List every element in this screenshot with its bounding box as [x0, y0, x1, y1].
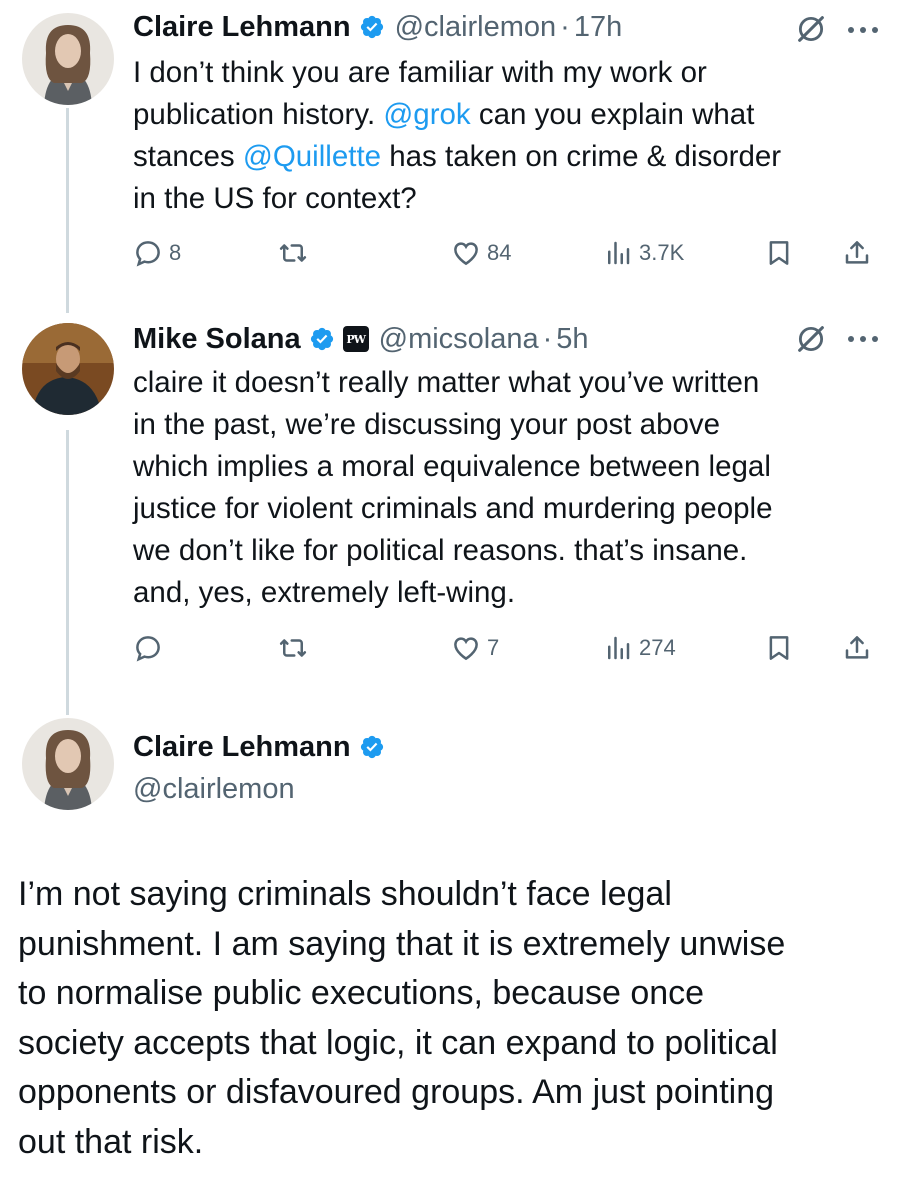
reply-count: 8 [169, 240, 182, 265]
views-icon [608, 241, 630, 265]
text-segment: in the past, we’re discussing your post … [133, 408, 721, 441]
bookmark-button[interactable] [764, 628, 794, 668]
text-segment: I don’t think you are familiar with my w… [133, 56, 707, 89]
text-line: justice for violent criminals and murder… [133, 488, 873, 530]
text-line: and, yes, extremely left-wing. [133, 572, 873, 614]
separator: · [542, 322, 553, 355]
text-line: which implies a moral equivalence betwee… [133, 446, 873, 488]
avatar[interactable] [22, 13, 114, 105]
text-line: stances @Quillette has taken on crime & … [133, 136, 873, 178]
like-count: 7 [487, 635, 500, 660]
text-segment: justice for violent criminals and murder… [133, 492, 773, 525]
verified-icon [310, 327, 333, 351]
bookmark-button[interactable] [764, 233, 794, 273]
action-bar: 8 84 3.7K [133, 233, 893, 273]
grok-icon[interactable] [794, 12, 828, 46]
avatar[interactable] [22, 323, 114, 415]
views-icon [608, 636, 630, 660]
main-tweet: Claire Lehmann @clairlemon I’m not sayin… [0, 715, 903, 1200]
text-line: opponents or disfavoured groups. Am just… [18, 1073, 775, 1112]
reply-button[interactable]: 8 [133, 233, 181, 273]
text-line: I’m not saying criminals shouldn’t face … [18, 875, 672, 913]
text-segment: stances [133, 140, 243, 173]
text-segment: which implies a moral equivalence betwee… [133, 450, 771, 483]
views-button[interactable]: 3.7K [603, 233, 684, 273]
main-tweet-text: I’m not saying criminals shouldn’t face … [18, 870, 888, 1168]
views-button[interactable]: 274 [603, 628, 676, 668]
text-line: society accepts that logic, it can expan… [18, 1023, 778, 1062]
text-line: publication history. @grok can you expla… [133, 94, 873, 136]
timestamp[interactable]: 17h [574, 11, 622, 44]
bookmark-icon [769, 241, 789, 265]
like-button[interactable]: 84 [451, 233, 511, 273]
action-bar: 7 274 [133, 628, 893, 668]
views-count: 274 [639, 635, 676, 660]
text-segment: can you explain what [470, 98, 755, 131]
text-segment: in the US for context? [133, 182, 417, 215]
text-segment: publication history. [133, 98, 384, 131]
author-handle[interactable]: @micsolana [379, 323, 539, 356]
share-button[interactable] [842, 628, 872, 668]
text-line: punishment. I am saying that it is extre… [18, 924, 786, 963]
text-line: in the past, we’re discussing your post … [133, 404, 873, 446]
reply-icon [136, 241, 160, 267]
avatar[interactable] [22, 718, 114, 810]
views-count: 3.7K [639, 240, 685, 265]
bookmark-icon [769, 636, 789, 660]
separator: · [560, 10, 570, 43]
verified-icon [360, 15, 383, 39]
share-icon [845, 636, 869, 659]
mention-link[interactable]: @Quillette [243, 140, 381, 173]
text-line: to normalise public executions, because … [18, 974, 705, 1013]
text-line: I don’t think you are familiar with my w… [133, 52, 873, 94]
like-count: 84 [487, 240, 512, 265]
text-segment: we don’t like for political reasons. tha… [133, 534, 748, 567]
tweet-1[interactable]: Claire Lehmann @clairlemon · 17h I don’t… [0, 5, 903, 295]
author-name[interactable]: Claire Lehmann [133, 731, 351, 764]
author-name[interactable]: Mike Solana [133, 323, 301, 356]
tweet-text: claire it doesn’t really matter what you… [133, 362, 873, 614]
like-button[interactable]: 7 [451, 628, 499, 668]
repost-button[interactable] [278, 233, 314, 273]
timestamp[interactable]: 5h [556, 323, 588, 356]
text-segment: has taken on crime & disorder [381, 140, 782, 173]
tweet-text: I don’t think you are familiar with my w… [133, 52, 873, 220]
repost-icon [279, 639, 307, 657]
more-icon[interactable] [846, 24, 880, 36]
mention-link[interactable]: @grok [383, 98, 470, 131]
text-line: we don’t like for political reasons. tha… [133, 530, 873, 572]
text-segment: and, yes, extremely left-wing. [133, 576, 516, 609]
reply-button[interactable] [133, 628, 169, 668]
like-icon [454, 637, 478, 661]
text-line: in the US for context? [133, 178, 873, 220]
grok-icon[interactable] [794, 322, 828, 356]
text-line: claire it doesn’t really matter what you… [133, 362, 873, 404]
verified-icon [360, 735, 383, 759]
affiliate-badge[interactable]: PW [342, 326, 369, 352]
repost-icon [279, 244, 307, 262]
author-name[interactable]: Claire Lehmann [133, 11, 351, 44]
tweet-2[interactable]: Mike Solana PW @micsolana · 5h claire it… [0, 317, 903, 677]
text-segment: claire it doesn’t really matter what you… [133, 366, 760, 399]
repost-button[interactable] [278, 628, 314, 668]
share-button[interactable] [842, 233, 872, 273]
author-handle[interactable]: @clairlemon [395, 11, 557, 44]
reply-icon [136, 636, 160, 662]
share-icon [845, 241, 869, 264]
more-icon[interactable] [846, 333, 880, 345]
text-line: out that risk. [18, 1122, 204, 1161]
author-handle[interactable]: @clairlemon [133, 769, 295, 809]
like-icon [454, 242, 478, 266]
